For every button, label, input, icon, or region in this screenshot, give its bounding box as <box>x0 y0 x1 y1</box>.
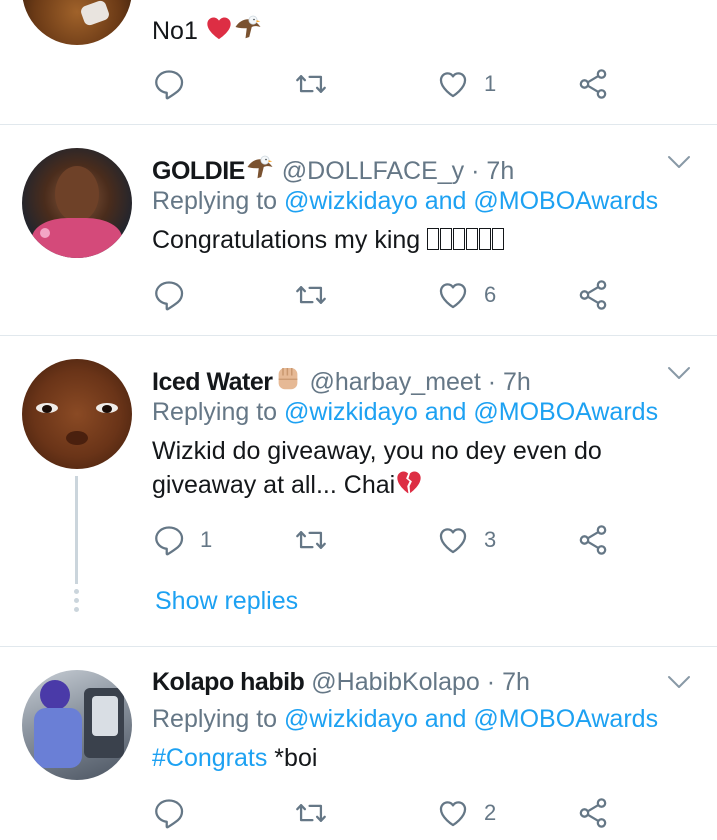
retweet-icon <box>294 523 328 557</box>
heart-emoji <box>205 14 233 42</box>
tweet-item[interactable]: Iced Water @harbay_meet · 7h Replying to… <box>0 336 717 646</box>
share-icon <box>576 278 610 312</box>
like-icon <box>436 278 470 312</box>
timestamp[interactable]: 7h <box>486 157 514 185</box>
reply-button[interactable]: 1 <box>152 522 212 558</box>
retweet-button[interactable] <box>294 277 328 313</box>
chevron-down-icon[interactable] <box>667 366 691 380</box>
share-button[interactable] <box>576 66 610 102</box>
tweet-header: GOLDIE @DOLLFACE_y · 7h <box>152 152 514 186</box>
replying-to: Replying to @wizkidayo and @MOBOAwards <box>152 705 658 734</box>
thread-line <box>75 476 78 584</box>
separator: · <box>486 668 496 696</box>
retweet-icon <box>294 278 328 312</box>
tweet-text: *boi <box>267 744 318 772</box>
raised-fist-emoji <box>273 363 303 393</box>
replying-prefix: Replying to <box>152 398 285 426</box>
share-icon <box>576 67 610 101</box>
timestamp[interactable]: 7h <box>502 668 530 696</box>
reply-icon <box>152 278 186 312</box>
chevron-down-icon[interactable] <box>667 155 691 169</box>
separator: · <box>487 368 497 396</box>
share-button[interactable] <box>576 522 610 558</box>
like-button[interactable]: 2 <box>436 795 496 831</box>
tweet-actions: 1 <box>152 66 622 102</box>
like-button[interactable]: 1 <box>436 66 496 102</box>
like-count: 2 <box>484 800 497 825</box>
reply-count: 1 <box>200 527 213 552</box>
broken-heart-emoji <box>395 468 423 496</box>
tweet-body: #Congrats *boi <box>152 741 692 775</box>
display-name[interactable]: GOLDIE <box>152 157 245 185</box>
replying-to: Replying to @wizkidayo and @MOBOAwards <box>152 398 658 427</box>
chevron-down-icon[interactable] <box>667 675 691 689</box>
tweet-item[interactable]: GOLDIE @DOLLFACE_y · 7h Replying to @wiz… <box>0 125 717 335</box>
user-handle[interactable]: @DOLLFACE_y <box>282 157 464 185</box>
avatar[interactable] <box>22 359 132 469</box>
avatar[interactable] <box>22 148 132 258</box>
retweet-button[interactable] <box>294 795 328 831</box>
retweet-icon <box>294 796 328 830</box>
reply-icon <box>152 523 186 557</box>
retweet-icon <box>294 67 328 101</box>
replying-mentions[interactable]: @wizkidayo and @MOBOAwards <box>284 398 658 426</box>
avatar[interactable] <box>22 0 132 45</box>
tweet-item[interactable]: No1 1 <box>0 0 717 124</box>
tweet-item[interactable]: Kolapo habib @HabibKolapo · 7h Replying … <box>0 647 717 840</box>
share-icon <box>576 796 610 830</box>
tweet-text: Congratulations my king <box>152 226 421 254</box>
eagle-emoji <box>245 152 275 182</box>
timestamp[interactable]: 7h <box>503 368 531 396</box>
tweet-actions: 1 3 <box>152 522 622 558</box>
show-replies-link[interactable]: Show replies <box>155 587 298 616</box>
unsupported-emoji-glyphs <box>427 225 505 259</box>
reply-icon <box>152 67 186 101</box>
replying-prefix: Replying to <box>152 705 285 733</box>
share-icon <box>576 523 610 557</box>
reply-button[interactable] <box>152 277 186 313</box>
separator: · <box>471 157 480 185</box>
like-button[interactable]: 3 <box>436 522 496 558</box>
display-name[interactable]: Iced Water <box>152 368 273 396</box>
tweet-text: No1 <box>152 17 198 45</box>
avatar[interactable] <box>22 670 132 780</box>
share-button[interactable] <box>576 795 610 831</box>
retweet-button[interactable] <box>294 66 328 102</box>
tweet-actions: 6 <box>152 277 622 313</box>
hashtag-link[interactable]: #Congrats <box>152 744 267 772</box>
like-icon <box>436 523 470 557</box>
reply-icon <box>152 796 186 830</box>
replying-mentions[interactable]: @wizkidayo and @MOBOAwards <box>284 705 658 733</box>
tweet-text-line: Wizkid do giveaway, you no dey even do <box>152 437 602 465</box>
eagle-emoji <box>233 12 263 42</box>
tweet-body: Congratulations my king <box>152 223 692 259</box>
retweet-button[interactable] <box>294 522 328 558</box>
tweet-header: Kolapo habib @HabibKolapo · 7h <box>152 668 530 697</box>
replying-to: Replying to @wizkidayo and @MOBOAwards <box>152 187 658 216</box>
tweet-body: Wizkid do giveaway, you no dey even do g… <box>152 434 692 502</box>
share-button[interactable] <box>576 277 610 313</box>
tweet-body: No1 <box>152 12 692 48</box>
tweet-header: Iced Water @harbay_meet · 7h <box>152 363 531 397</box>
replying-mentions[interactable]: @wizkidayo and @MOBOAwards <box>284 187 658 215</box>
display-name[interactable]: Kolapo habib <box>152 668 305 696</box>
like-count: 6 <box>484 282 497 307</box>
reply-button[interactable] <box>152 66 186 102</box>
thread-dots <box>73 589 80 616</box>
replying-prefix: Replying to <box>152 187 285 215</box>
reply-button[interactable] <box>152 795 186 831</box>
user-handle[interactable]: @harbay_meet <box>309 368 480 396</box>
tweet-text-line: giveaway at all... Chai <box>152 471 396 499</box>
like-button[interactable]: 6 <box>436 277 496 313</box>
tweet-actions: 2 <box>152 795 622 831</box>
user-handle[interactable]: @HabibKolapo <box>311 668 480 696</box>
like-count: 3 <box>484 527 497 552</box>
like-count: 1 <box>484 71 497 96</box>
like-icon <box>436 796 470 830</box>
like-icon <box>436 67 470 101</box>
